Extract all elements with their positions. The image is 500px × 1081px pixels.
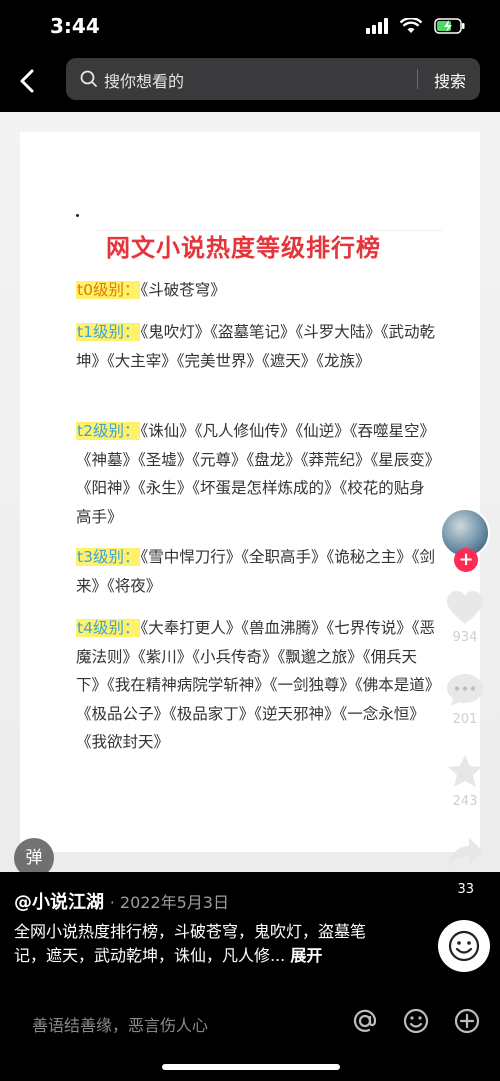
video-content[interactable]: 网文小说热度等级排行榜 t0级别：《斗破苍穹》 t1级别：《鬼吹灯》《盗墓笔记》… <box>0 112 500 872</box>
post-date: · 2022年5月3日 <box>109 893 229 912</box>
tier-t3: t3级别：《雪中悍刀行》《全职高手》《诡秘之主》《剑来》《将夜》 <box>76 543 436 600</box>
status-icons <box>366 18 466 34</box>
tier-label: t3级别： <box>76 548 141 566</box>
expand-button[interactable]: 展开 <box>290 946 322 965</box>
smiley-icon <box>448 930 480 962</box>
signal-icon <box>366 18 388 34</box>
share-button[interactable] <box>430 836 500 876</box>
add-icon[interactable] <box>452 1006 482 1036</box>
wifi-icon <box>400 18 422 33</box>
document-title: 网文小说热度等级排行榜 <box>106 233 381 262</box>
tier-label: t0级别： <box>76 281 141 299</box>
favorite-count: 243 <box>452 794 478 809</box>
battery-charging-icon <box>434 18 465 34</box>
post-info: @小说江湖 · 2022年5月3日 全网小说热度排行榜，斗破苍穹，鬼吹灯，盗墓笔… <box>0 872 500 992</box>
favorite-button[interactable]: 243 <box>430 754 500 809</box>
author-line: @小说江湖 · 2022年5月3日 <box>14 888 229 914</box>
tier-books: 《斗破苍穹》 <box>140 281 226 299</box>
emoji-icon[interactable] <box>401 1006 431 1036</box>
bullet-dot <box>76 214 79 217</box>
tier-t2: t2级别：《诛仙》《凡人修仙传》《仙逆》《吞噬星空》《神墓》《圣墟》《元尊》《盘… <box>76 417 436 531</box>
search-icon <box>80 70 97 87</box>
star-icon <box>448 755 482 787</box>
like-button[interactable]: 934 <box>430 590 500 645</box>
comment-count: 201 <box>452 712 478 727</box>
comment-button[interactable]: 201 <box>430 672 500 727</box>
document-image: 网文小说热度等级排行榜 t0级别：《斗破苍穹》 t1级别：《鬼吹灯》《盗墓笔记》… <box>20 132 480 852</box>
like-count: 934 <box>452 630 478 645</box>
comment-bar: 善语结善缘，恶言伤人心 <box>0 996 500 1048</box>
tier-label: t2级别： <box>76 422 141 440</box>
tier-t4: t4级别：《大奉打更人》《兽血沸腾》《七界传说》《恶魔法则》《紫川》《小兵传奇》… <box>76 614 436 757</box>
search-row: 搜你想看的 搜索 <box>0 56 500 108</box>
at-mention-icon[interactable] <box>350 1006 380 1036</box>
search-button[interactable]: 搜索 <box>434 68 466 92</box>
tier-label: t4级别： <box>76 619 141 637</box>
status-bar: 3:44 <box>0 0 500 56</box>
share-arrow-icon <box>448 838 483 868</box>
search-placeholder: 搜你想看的 <box>104 72 185 91</box>
status-time: 3:44 <box>50 14 100 38</box>
search-input[interactable]: 搜你想看的 搜索 <box>66 58 480 100</box>
tier-label: t1级别： <box>76 323 141 341</box>
back-arrow-icon[interactable] <box>14 66 42 96</box>
author-name[interactable]: @小说江湖 <box>14 892 104 913</box>
follow-button[interactable]: + <box>454 548 478 572</box>
share-count: 33 <box>457 882 474 897</box>
home-indicator <box>162 1064 340 1070</box>
post-description[interactable]: 全网小说热度排行榜，斗破苍穹，鬼吹灯，盗墓笔记，遮天，武动乾坤，诛仙，凡人修..… <box>14 920 384 968</box>
tier-books: 《大奉打更人》《兽血沸腾》《七界传说》《恶魔法则》《紫川》《小兵传奇》《飘邈之旅… <box>76 619 435 751</box>
comment-input[interactable]: 善语结善缘，恶言伤人心 <box>32 1012 208 1036</box>
tier-t0: t0级别：《斗破苍穹》 <box>76 276 436 305</box>
comment-icon <box>447 674 483 706</box>
search-divider <box>417 69 418 89</box>
emoji-reaction-button[interactable] <box>438 920 490 972</box>
heart-icon <box>447 591 483 624</box>
tier-t1: t1级别：《鬼吹灯》《盗墓笔记》《斗罗大陆》《武动乾坤》《大主宰》《完美世界》《… <box>76 318 436 375</box>
